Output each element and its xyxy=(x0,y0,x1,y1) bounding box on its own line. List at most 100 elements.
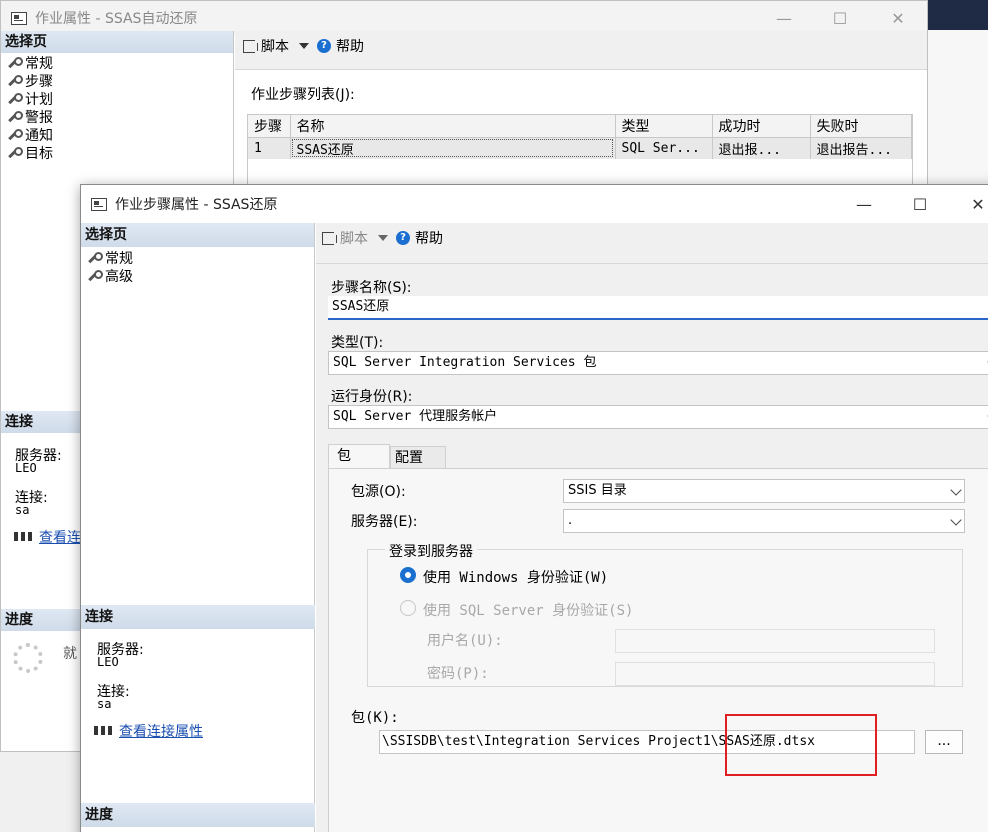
sql-auth-radio[interactable] xyxy=(400,600,416,616)
chevron-down-icon xyxy=(950,514,962,526)
nav-item-general[interactable]: 常规 xyxy=(81,249,314,267)
chevron-down-icon[interactable] xyxy=(378,235,388,241)
help-button[interactable]: ? 帮助 xyxy=(317,36,364,56)
windows-auth-radio[interactable] xyxy=(400,567,416,583)
close-button[interactable]: ✕ xyxy=(955,185,988,223)
wrench-icon xyxy=(7,129,23,141)
nav-item-advanced[interactable]: 高级 xyxy=(81,267,314,285)
chevron-down-icon xyxy=(950,484,962,496)
run-as-select[interactable]: SQL Server 代理服务帐户 xyxy=(328,405,988,429)
connection-header: 连接 xyxy=(81,605,315,629)
sql-auth-label[interactable]: 使用 SQL Server 身份验证(S) xyxy=(423,600,633,620)
package-label: 包(K): xyxy=(351,710,399,726)
help-icon: ? xyxy=(396,231,410,245)
wrench-icon xyxy=(7,93,23,105)
steps-list-label: 作业步骤列表(J): xyxy=(251,87,355,103)
server-label: 服务器(E): xyxy=(351,514,418,530)
package-source-label: 包源(O): xyxy=(351,484,406,500)
nav-item-schedules[interactable]: 计划 xyxy=(1,90,233,108)
wrench-icon xyxy=(7,57,23,69)
table-header-row: 步骤 名称 类型 成功时 失败时 xyxy=(248,115,912,137)
window-icon xyxy=(91,197,107,211)
windows-auth-label[interactable]: 使用 Windows 身份验证(W) xyxy=(423,567,608,587)
nav-item-notifications[interactable]: 通知 xyxy=(1,126,233,144)
maximize-button[interactable]: ☐ xyxy=(817,1,863,35)
password-label: 密码(P): xyxy=(427,666,489,682)
cell-step: 1 xyxy=(248,137,291,159)
type-select[interactable]: SQL Server Integration Services 包 xyxy=(328,351,988,375)
select-page-header: 选择页 xyxy=(1,31,233,53)
job-step-properties-window: 作业步骤属性 - SSAS还原 — ☐ ✕ 选择页 常规 高级 连接 服务器: … xyxy=(80,184,988,832)
tab-configuration[interactable]: 配置 xyxy=(390,446,446,468)
type-label: 类型(T): xyxy=(331,335,384,351)
minimize-button[interactable]: — xyxy=(841,185,887,223)
tab-package[interactable]: 包 xyxy=(328,444,390,468)
wrench-icon xyxy=(87,252,103,264)
step-left-pane: 选择页 常规 高级 连接 服务器: LEO 连接: sa 查看连接属性 进度 xyxy=(81,223,315,832)
close-button[interactable]: ✕ xyxy=(875,1,921,35)
progress-header: 进度 xyxy=(81,803,315,827)
step-name-label: 步骤名称(S): xyxy=(331,280,412,296)
cell-on-success: 退出报... xyxy=(712,137,811,159)
server-select[interactable]: . xyxy=(563,509,965,533)
step-name-input[interactable]: SSAS还原 xyxy=(328,296,988,320)
view-connection-properties-link[interactable]: 查看连接属性 xyxy=(93,721,203,741)
maximize-button[interactable]: ☐ xyxy=(897,185,943,223)
nav-item-general[interactable]: 常规 xyxy=(1,54,233,72)
step-right-pane: 脚本 ? 帮助 步骤名称(S): SSAS还原 类型(T): SQL Server… xyxy=(316,223,988,832)
progress-spinner-icon xyxy=(13,643,43,673)
cell-name: SSAS还原 xyxy=(290,137,616,159)
username-label: 用户名(U): xyxy=(427,633,503,649)
connection-value: sa xyxy=(97,697,112,711)
minimize-button[interactable]: — xyxy=(761,1,807,35)
column-header-on-failure[interactable]: 失败时 xyxy=(810,115,912,137)
server-value: LEO xyxy=(15,461,37,475)
nav-item-alerts[interactable]: 警报 xyxy=(1,108,233,126)
column-header-step[interactable]: 步骤 xyxy=(248,115,291,137)
run-as-label: 运行身份(R): xyxy=(331,389,413,405)
column-header-name[interactable]: 名称 xyxy=(290,115,616,137)
job-window-titlebar: 作业属性 - SSAS自动还原 — ☐ ✕ xyxy=(1,1,927,35)
step-window-titlebar: 作业步骤属性 - SSAS还原 — ☐ ✕ xyxy=(81,185,988,223)
server-value: LEO xyxy=(97,655,119,669)
help-icon: ? xyxy=(317,39,331,53)
chevron-down-icon[interactable] xyxy=(299,43,309,49)
network-icon xyxy=(93,724,113,738)
wrench-icon xyxy=(7,111,23,123)
script-icon xyxy=(322,231,337,245)
window-icon xyxy=(11,11,27,25)
network-icon xyxy=(13,530,33,544)
progress-status: 就 xyxy=(63,646,77,662)
steps-table: 步骤 名称 类型 成功时 失败时 1 SSAS还原 SQL Ser... 退出报… xyxy=(247,114,913,194)
background-app-strip xyxy=(928,0,988,30)
login-group-label: 登录到服务器 xyxy=(385,541,477,561)
select-page-header: 选择页 xyxy=(81,223,314,247)
wrench-icon xyxy=(7,147,23,159)
step-toolbar: 脚本 ? 帮助 xyxy=(316,223,988,253)
cell-on-failure: 退出报告... xyxy=(810,137,912,159)
step-form: 步骤名称(S): SSAS还原 类型(T): SQL Server Integr… xyxy=(316,263,988,832)
view-connection-link[interactable]: 查看连 xyxy=(13,527,81,547)
job-window-title: 作业属性 - SSAS自动还原 xyxy=(35,11,198,27)
help-button[interactable]: ? 帮助 xyxy=(396,228,443,248)
nav-item-targets[interactable]: 目标 xyxy=(1,144,233,162)
wrench-icon xyxy=(7,75,23,87)
job-toolbar: 脚本 ? 帮助 xyxy=(235,31,927,61)
script-button[interactable]: 脚本 xyxy=(243,36,289,56)
package-source-select[interactable]: SSIS 目录 xyxy=(563,479,965,503)
column-header-on-success[interactable]: 成功时 xyxy=(712,115,811,137)
browse-package-button[interactable]: ... xyxy=(925,730,963,754)
column-header-type[interactable]: 类型 xyxy=(615,115,713,137)
step-window-title: 作业步骤属性 - SSAS还原 xyxy=(115,197,278,213)
highlight-annotation-box xyxy=(725,714,877,776)
cell-type: SQL Ser... xyxy=(615,137,713,159)
wrench-icon xyxy=(87,270,103,282)
username-input[interactable] xyxy=(615,629,935,653)
table-row[interactable]: 1 SSAS还原 SQL Ser... 退出报... 退出报告... xyxy=(248,137,912,159)
nav-item-steps[interactable]: 步骤 xyxy=(1,72,233,90)
script-icon xyxy=(243,39,258,53)
password-input[interactable] xyxy=(615,662,935,686)
connection-value: sa xyxy=(15,503,30,517)
script-button[interactable]: 脚本 xyxy=(322,228,368,248)
tab-panel-package: 包源(O): SSIS 目录 服务器(E): . 登录到服务器 使用 Windo… xyxy=(328,468,988,832)
